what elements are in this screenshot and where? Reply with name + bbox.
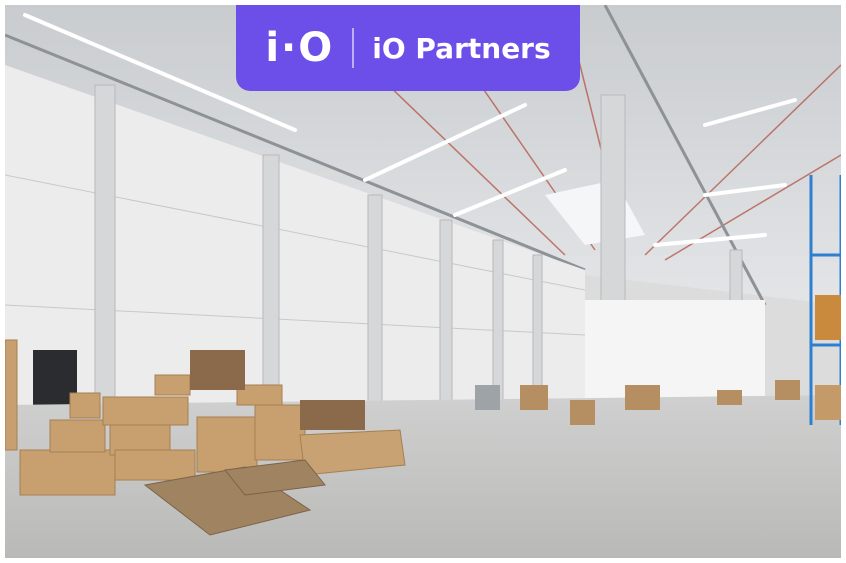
- photo-frame: i·O iO Partners: [5, 5, 841, 558]
- brand-name: iO Partners: [372, 31, 551, 65]
- io-logo-icon: i·O: [265, 25, 335, 71]
- logo-divider: [352, 28, 355, 68]
- brand-banner: i·O iO Partners: [236, 5, 580, 91]
